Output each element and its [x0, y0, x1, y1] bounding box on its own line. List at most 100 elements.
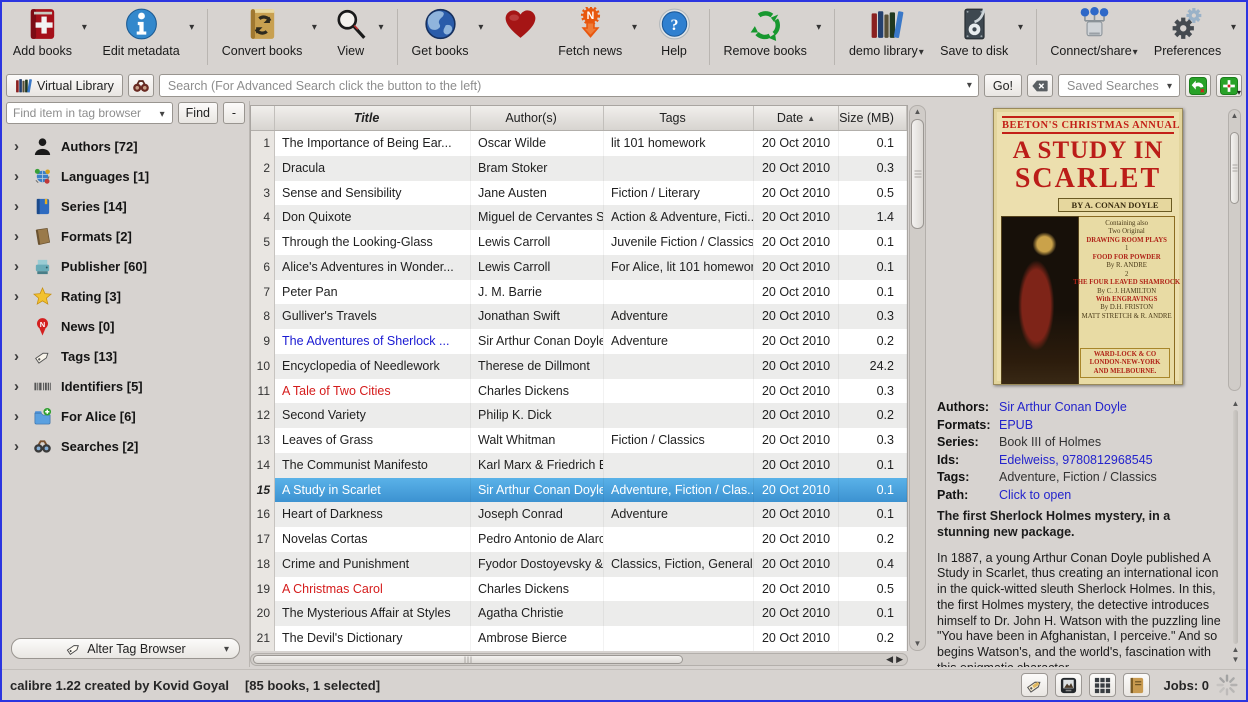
alter-tag-browser-button[interactable]: Alter Tag Browser ▾	[11, 638, 240, 659]
sidebar-item-publisher[interactable]: › Publisher [60]	[2, 251, 249, 281]
dropdown-caret-icon[interactable]: ▾	[1231, 22, 1236, 33]
sidebar-item-identifiers[interactable]: › Identifiers [5]	[2, 371, 249, 401]
scroll-down-icon[interactable]: ▼	[914, 638, 922, 650]
table-row[interactable]: 21 The Devil's Dictionary Ambrose Bierce…	[251, 626, 907, 651]
add-books-button[interactable]: ▾ Add books▾	[8, 5, 91, 59]
table-row[interactable]: 1 The Importance of Being Ear... Oscar W…	[251, 131, 907, 156]
cell-authors[interactable]: Charles Dickens	[471, 379, 604, 404]
cell-tags[interactable]	[604, 280, 754, 305]
cell-title[interactable]: Novelas Cortas	[275, 527, 471, 552]
cell-tags[interactable]	[604, 354, 754, 379]
jobs-spinner-icon[interactable]	[1216, 674, 1238, 696]
cell-size[interactable]: 0.3	[839, 156, 907, 181]
sidebar-item-formats[interactable]: › Formats [2]	[2, 221, 249, 251]
cell-title[interactable]: The Adventures of Sherlock ...	[275, 329, 471, 354]
table-row[interactable]: 15 A Study in Scarlet Sir Arthur Conan D…	[251, 478, 907, 503]
table-row[interactable]: 11 A Tale of Two Cities Charles Dickens …	[251, 379, 907, 404]
jobs-count-text[interactable]: Jobs: 0	[1163, 678, 1209, 693]
table-row[interactable]: 7 Peter Pan J. M. Barrie 20 Oct 2010 0.1	[251, 280, 907, 305]
remove-books-button[interactable]: ▾ Remove books▾	[719, 5, 825, 59]
expand-arrow-icon[interactable]: ›	[14, 229, 24, 244]
cell-authors[interactable]: Joseph Conrad	[471, 502, 604, 527]
advanced-search-button[interactable]	[128, 74, 154, 97]
scrollbar-thumb[interactable]	[253, 655, 683, 664]
cell-authors[interactable]: Lewis Carroll	[471, 255, 604, 280]
table-row[interactable]: 13 Leaves of Grass Walt Whitman Fiction …	[251, 428, 907, 453]
table-row[interactable]: 20 The Mysterious Affair at Styles Agath…	[251, 601, 907, 626]
cell-size[interactable]: 0.5	[839, 577, 907, 602]
scroll-right-icon[interactable]: ▶	[896, 654, 903, 665]
cell-authors[interactable]: Oscar Wilde	[471, 131, 604, 156]
cell-title[interactable]: Dracula	[275, 156, 471, 181]
cell-authors[interactable]: Fyodor Dostoyevsky & G...	[471, 552, 604, 577]
chevron-down-icon[interactable]: ▾	[967, 80, 972, 91]
cell-title[interactable]: A Study in Scarlet	[275, 478, 471, 503]
column-header[interactable]: Tags ▲	[604, 106, 754, 130]
dropdown-caret-icon[interactable]: ▾	[189, 22, 194, 33]
cell-size[interactable]: 0.3	[839, 428, 907, 453]
help-button[interactable]: ? ▾ Help▾	[648, 5, 700, 59]
sidebar-item-for-alice[interactable]: › For Alice [6]	[2, 401, 249, 431]
cell-date[interactable]: 20 Oct 2010	[754, 527, 839, 552]
cell-tags[interactable]: Adventure	[604, 329, 754, 354]
cell-date[interactable]: 20 Oct 2010	[754, 354, 839, 379]
table-row[interactable]: 2 Dracula Bram Stoker 20 Oct 2010 0.3	[251, 156, 907, 181]
cell-tags[interactable]	[604, 527, 754, 552]
view-button[interactable]: ▾ View▾	[328, 5, 388, 59]
cell-size[interactable]: 0.1	[839, 601, 907, 626]
cell-date[interactable]: 20 Oct 2010	[754, 626, 839, 651]
cell-size[interactable]: 0.1	[839, 453, 907, 478]
get-books-button[interactable]: ▾ Get books▾	[407, 5, 488, 59]
cell-size[interactable]: 0.2	[839, 527, 907, 552]
cell-tags[interactable]: Adventure, Fiction / Clas...	[604, 478, 754, 503]
cell-title[interactable]: A Tale of Two Cities	[275, 379, 471, 404]
cell-tags[interactable]	[604, 156, 754, 181]
donate-button[interactable]: ▾ ▾	[494, 5, 546, 59]
cell-size[interactable]: 24.2	[839, 354, 907, 379]
cell-tags[interactable]	[604, 601, 754, 626]
table-row[interactable]: 17 Novelas Cortas Pedro Antonio de Alarc…	[251, 527, 907, 552]
cell-title[interactable]: Peter Pan	[275, 280, 471, 305]
cell-authors[interactable]: Therese de Dillmont	[471, 354, 604, 379]
cell-tags[interactable]	[604, 403, 754, 428]
cell-size[interactable]: 1.4	[839, 205, 907, 230]
dropdown-caret-icon[interactable]: ▾	[82, 22, 87, 33]
copy-search-button[interactable]	[1185, 74, 1211, 97]
cell-title[interactable]: Through the Looking-Glass	[275, 230, 471, 255]
cell-size[interactable]: 0.4	[839, 552, 907, 577]
cell-title[interactable]: Crime and Punishment	[275, 552, 471, 577]
virtual-library-button[interactable]: Virtual Library	[6, 74, 123, 97]
cell-tags[interactable]: Adventure	[604, 502, 754, 527]
dropdown-caret-icon[interactable]: ▾	[478, 22, 483, 33]
cell-size[interactable]: 0.1	[839, 255, 907, 280]
cell-date[interactable]: 20 Oct 2010	[754, 181, 839, 206]
expand-arrow-icon[interactable]: ›	[14, 379, 24, 394]
dropdown-caret-icon[interactable]: ▾	[379, 22, 384, 33]
book-cover[interactable]: BEETON'S CHRISTMAS ANNUAL A STUDY IN SCA…	[993, 108, 1183, 385]
cell-authors[interactable]: Philip K. Dick	[471, 403, 604, 428]
cell-authors[interactable]: Miguel de Cervantes Saa...	[471, 205, 604, 230]
cover-grid-button[interactable]	[1089, 673, 1116, 697]
sidebar-item-tags[interactable]: › Tags [13]	[2, 341, 249, 371]
table-row[interactable]: 19 A Christmas Carol Charles Dickens 20 …	[251, 577, 907, 602]
scroll-up-icon[interactable]: ▲	[914, 106, 922, 118]
save-to-disk-button[interactable]: ▾ Save to disk▾	[935, 5, 1027, 59]
cell-date[interactable]: 20 Oct 2010	[754, 379, 839, 404]
table-row[interactable]: 3 Sense and Sensibility Jane Austen Fict…	[251, 181, 907, 206]
connect-share-button[interactable]: ▾ Connect/share▾	[1046, 5, 1142, 59]
cell-tags[interactable]: Fiction / Literary	[604, 181, 754, 206]
sidebar-item-authors[interactable]: › Authors [72]	[2, 131, 249, 161]
cell-authors[interactable]: Agatha Christie	[471, 601, 604, 626]
column-header[interactable]: Title ▲	[275, 106, 471, 130]
cell-authors[interactable]: Ambrose Bierce	[471, 626, 604, 651]
table-row[interactable]: 5 Through the Looking-Glass Lewis Carrol…	[251, 230, 907, 255]
cell-tags[interactable]	[604, 626, 754, 651]
cell-authors[interactable]: Lewis Carroll	[471, 230, 604, 255]
expand-arrow-icon[interactable]: ›	[14, 259, 24, 274]
cell-tags[interactable]: lit 101 homework	[604, 131, 754, 156]
sidebar-item-news[interactable]: › N News [0]	[2, 311, 249, 341]
dropdown-caret-icon[interactable]: ▾	[312, 22, 317, 33]
cell-title[interactable]: Sense and Sensibility	[275, 181, 471, 206]
cell-tags[interactable]: Juvenile Fiction / Classics	[604, 230, 754, 255]
cell-title[interactable]: Gulliver's Travels	[275, 304, 471, 329]
